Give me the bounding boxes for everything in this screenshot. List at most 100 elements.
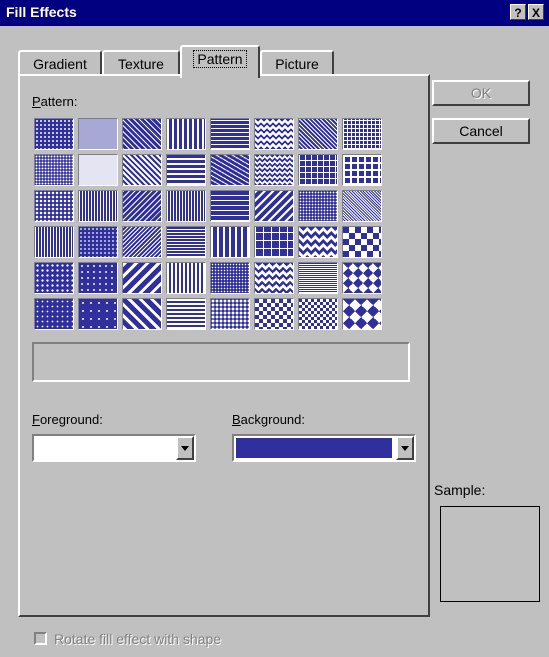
pattern-swatch[interactable] <box>340 296 384 332</box>
pattern-swatch-fill <box>254 226 294 258</box>
pattern-swatch[interactable] <box>120 296 164 332</box>
foreground-color-dropdown[interactable] <box>32 434 196 462</box>
pattern-swatch-fill <box>166 118 206 150</box>
pattern-swatch-fill <box>298 226 338 258</box>
ok-button[interactable]: OK <box>432 80 530 106</box>
pattern-swatch-fill <box>166 298 206 330</box>
tab-texture[interactable]: Texture <box>102 50 180 76</box>
pattern-swatch[interactable] <box>76 260 120 296</box>
rotate-fill-checkbox[interactable] <box>34 632 47 645</box>
pattern-swatch[interactable] <box>120 260 164 296</box>
pattern-swatch-fill <box>34 226 74 258</box>
background-color-swatch <box>236 438 392 458</box>
pattern-swatch-fill <box>78 262 118 294</box>
pattern-swatch[interactable] <box>164 260 208 296</box>
pattern-swatch-fill <box>78 190 118 222</box>
sample-label: Sample: <box>434 482 486 498</box>
pattern-swatch-fill <box>254 118 294 150</box>
pattern-swatch[interactable] <box>296 116 340 152</box>
pattern-swatch-fill <box>210 154 250 186</box>
pattern-swatch[interactable] <box>164 116 208 152</box>
pattern-swatch[interactable] <box>76 188 120 224</box>
pattern-swatch[interactable] <box>252 188 296 224</box>
pattern-swatch-fill <box>122 190 162 222</box>
pattern-swatch[interactable] <box>164 188 208 224</box>
pattern-swatch-fill <box>78 298 118 330</box>
pattern-swatch[interactable] <box>252 296 296 332</box>
pattern-swatch[interactable] <box>208 188 252 224</box>
pattern-swatch[interactable] <box>32 296 76 332</box>
background-dropdown-arrow[interactable] <box>396 436 414 460</box>
pattern-swatch[interactable] <box>252 224 296 260</box>
foreground-dropdown-arrow[interactable] <box>176 436 194 460</box>
pattern-swatch-fill <box>298 262 338 294</box>
pattern-swatch-fill <box>210 190 250 222</box>
pattern-swatch[interactable] <box>32 152 76 188</box>
pattern-swatch-fill <box>34 190 74 222</box>
pattern-swatch[interactable] <box>164 152 208 188</box>
pattern-swatch[interactable] <box>32 188 76 224</box>
tab-gradient[interactable]: Gradient <box>18 50 102 76</box>
pattern-swatch-fill <box>210 226 250 258</box>
pattern-swatch[interactable] <box>164 224 208 260</box>
pattern-swatch[interactable] <box>252 152 296 188</box>
pattern-swatch[interactable] <box>120 116 164 152</box>
pattern-swatch[interactable] <box>340 260 384 296</box>
pattern-swatch[interactable] <box>76 296 120 332</box>
background-color-dropdown[interactable] <box>232 434 416 462</box>
pattern-swatch[interactable] <box>296 152 340 188</box>
pattern-swatch[interactable] <box>76 152 120 188</box>
tab-texture-label: Texture <box>118 56 164 72</box>
chevron-down-icon <box>401 445 409 451</box>
pattern-swatch[interactable] <box>340 116 384 152</box>
pattern-swatch-fill <box>166 262 206 294</box>
pattern-swatch[interactable] <box>76 224 120 260</box>
tab-pattern[interactable]: Pattern <box>180 45 260 78</box>
pattern-swatch[interactable] <box>120 152 164 188</box>
pattern-swatch[interactable] <box>32 116 76 152</box>
tab-picture[interactable]: Picture <box>260 50 334 76</box>
pattern-swatch[interactable] <box>32 260 76 296</box>
pattern-swatch[interactable] <box>164 296 208 332</box>
pattern-swatch-fill <box>122 118 162 150</box>
pattern-swatch[interactable] <box>340 188 384 224</box>
pattern-swatch-fill <box>122 226 162 258</box>
pattern-swatch-fill <box>122 262 162 294</box>
dialog-title: Fill Effects <box>6 4 77 20</box>
pattern-swatch[interactable] <box>208 224 252 260</box>
pattern-swatch-fill <box>34 262 74 294</box>
pattern-grid <box>32 116 384 332</box>
help-button[interactable]: ? <box>510 4 526 20</box>
pattern-swatch-fill <box>78 118 118 150</box>
cancel-button[interactable]: Cancel <box>432 118 530 144</box>
pattern-swatch[interactable] <box>208 116 252 152</box>
pattern-swatch[interactable] <box>252 260 296 296</box>
pattern-swatch[interactable] <box>208 152 252 188</box>
pattern-swatch-fill <box>122 154 162 186</box>
pattern-swatch-fill <box>254 298 294 330</box>
pattern-tab-panel: Pattern: Foreground: Background: <box>18 74 430 617</box>
pattern-swatch[interactable] <box>208 296 252 332</box>
pattern-swatch[interactable] <box>296 224 340 260</box>
close-button[interactable]: X <box>528 4 544 20</box>
pattern-swatch[interactable] <box>252 116 296 152</box>
pattern-swatch[interactable] <box>340 152 384 188</box>
pattern-swatch-fill <box>78 154 118 186</box>
pattern-swatch-fill <box>298 298 338 330</box>
pattern-swatch[interactable] <box>32 224 76 260</box>
pattern-swatch[interactable] <box>296 260 340 296</box>
pattern-label: Pattern: <box>32 94 78 109</box>
pattern-swatch[interactable] <box>76 116 120 152</box>
pattern-swatch-fill <box>254 154 294 186</box>
title-bar: Fill Effects ? X <box>0 0 549 26</box>
pattern-swatch-fill <box>34 298 74 330</box>
pattern-swatch-fill <box>122 298 162 330</box>
pattern-swatch[interactable] <box>208 260 252 296</box>
pattern-swatch-fill <box>210 118 250 150</box>
pattern-swatch[interactable] <box>296 296 340 332</box>
pattern-swatch[interactable] <box>120 224 164 260</box>
pattern-swatch[interactable] <box>340 224 384 260</box>
pattern-swatch[interactable] <box>120 188 164 224</box>
pattern-swatch[interactable] <box>296 188 340 224</box>
foreground-color-swatch <box>36 438 172 458</box>
